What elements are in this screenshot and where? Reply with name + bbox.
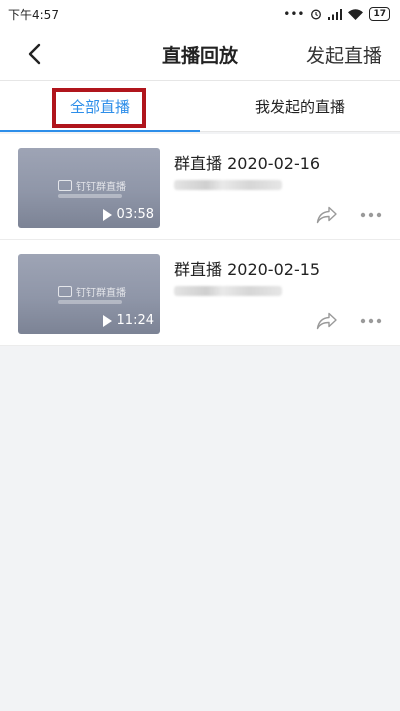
start-live-button[interactable]: 发起直播 [306,41,382,68]
duration-text: 03:58 [116,207,154,222]
blurred-subtitle [174,180,282,190]
status-bar: 下午4:57 ••• 17 [0,0,400,28]
highlight-annotation-box [52,88,146,128]
more-icon[interactable] [360,318,382,324]
notification-dots-icon: ••• [283,7,305,21]
status-time: 下午4:57 [8,7,59,22]
watermark-subtitle [58,194,122,198]
tv-icon [58,286,72,297]
status-icons: ••• 17 [283,7,390,21]
video-thumbnail[interactable]: 钉钉群直播 11:24 [18,254,160,334]
signal-icon [328,8,343,20]
tv-icon [58,180,72,191]
navigation-bar: 直播回放 发起直播 [0,28,400,80]
watermark-subtitle [58,300,122,304]
back-button[interactable] [18,38,50,70]
replay-list: 钉钉群直播 03:58 群直播 2020-02-16 钉钉群直播 11:24 群… [0,134,400,346]
play-icon [102,208,112,221]
watermark-logo: 钉钉群直播 [58,178,126,193]
alarm-icon [311,9,322,20]
chevron-left-icon [28,43,41,65]
video-duration: 03:58 [102,207,154,222]
play-icon [102,314,112,327]
share-icon[interactable] [316,312,338,330]
video-thumbnail[interactable]: 钉钉群直播 03:58 [18,148,160,228]
watermark-logo: 钉钉群直播 [58,284,126,299]
more-icon[interactable] [360,212,382,218]
wifi-icon [348,8,364,20]
item-title[interactable]: 群直播 2020-02-15 [174,256,320,280]
watermark-text: 钉钉群直播 [76,182,126,193]
share-icon[interactable] [316,206,338,224]
item-title[interactable]: 群直播 2020-02-16 [174,150,320,174]
duration-text: 11:24 [116,313,154,328]
watermark-text: 钉钉群直播 [76,288,126,299]
blurred-subtitle [174,286,282,296]
list-item[interactable]: 钉钉群直播 03:58 群直播 2020-02-16 [0,134,400,240]
battery-icon: 17 [369,7,390,21]
list-item[interactable]: 钉钉群直播 11:24 群直播 2020-02-15 [0,240,400,346]
tab-my-live[interactable]: 我发起的直播 [200,81,400,131]
video-duration: 11:24 [102,313,154,328]
